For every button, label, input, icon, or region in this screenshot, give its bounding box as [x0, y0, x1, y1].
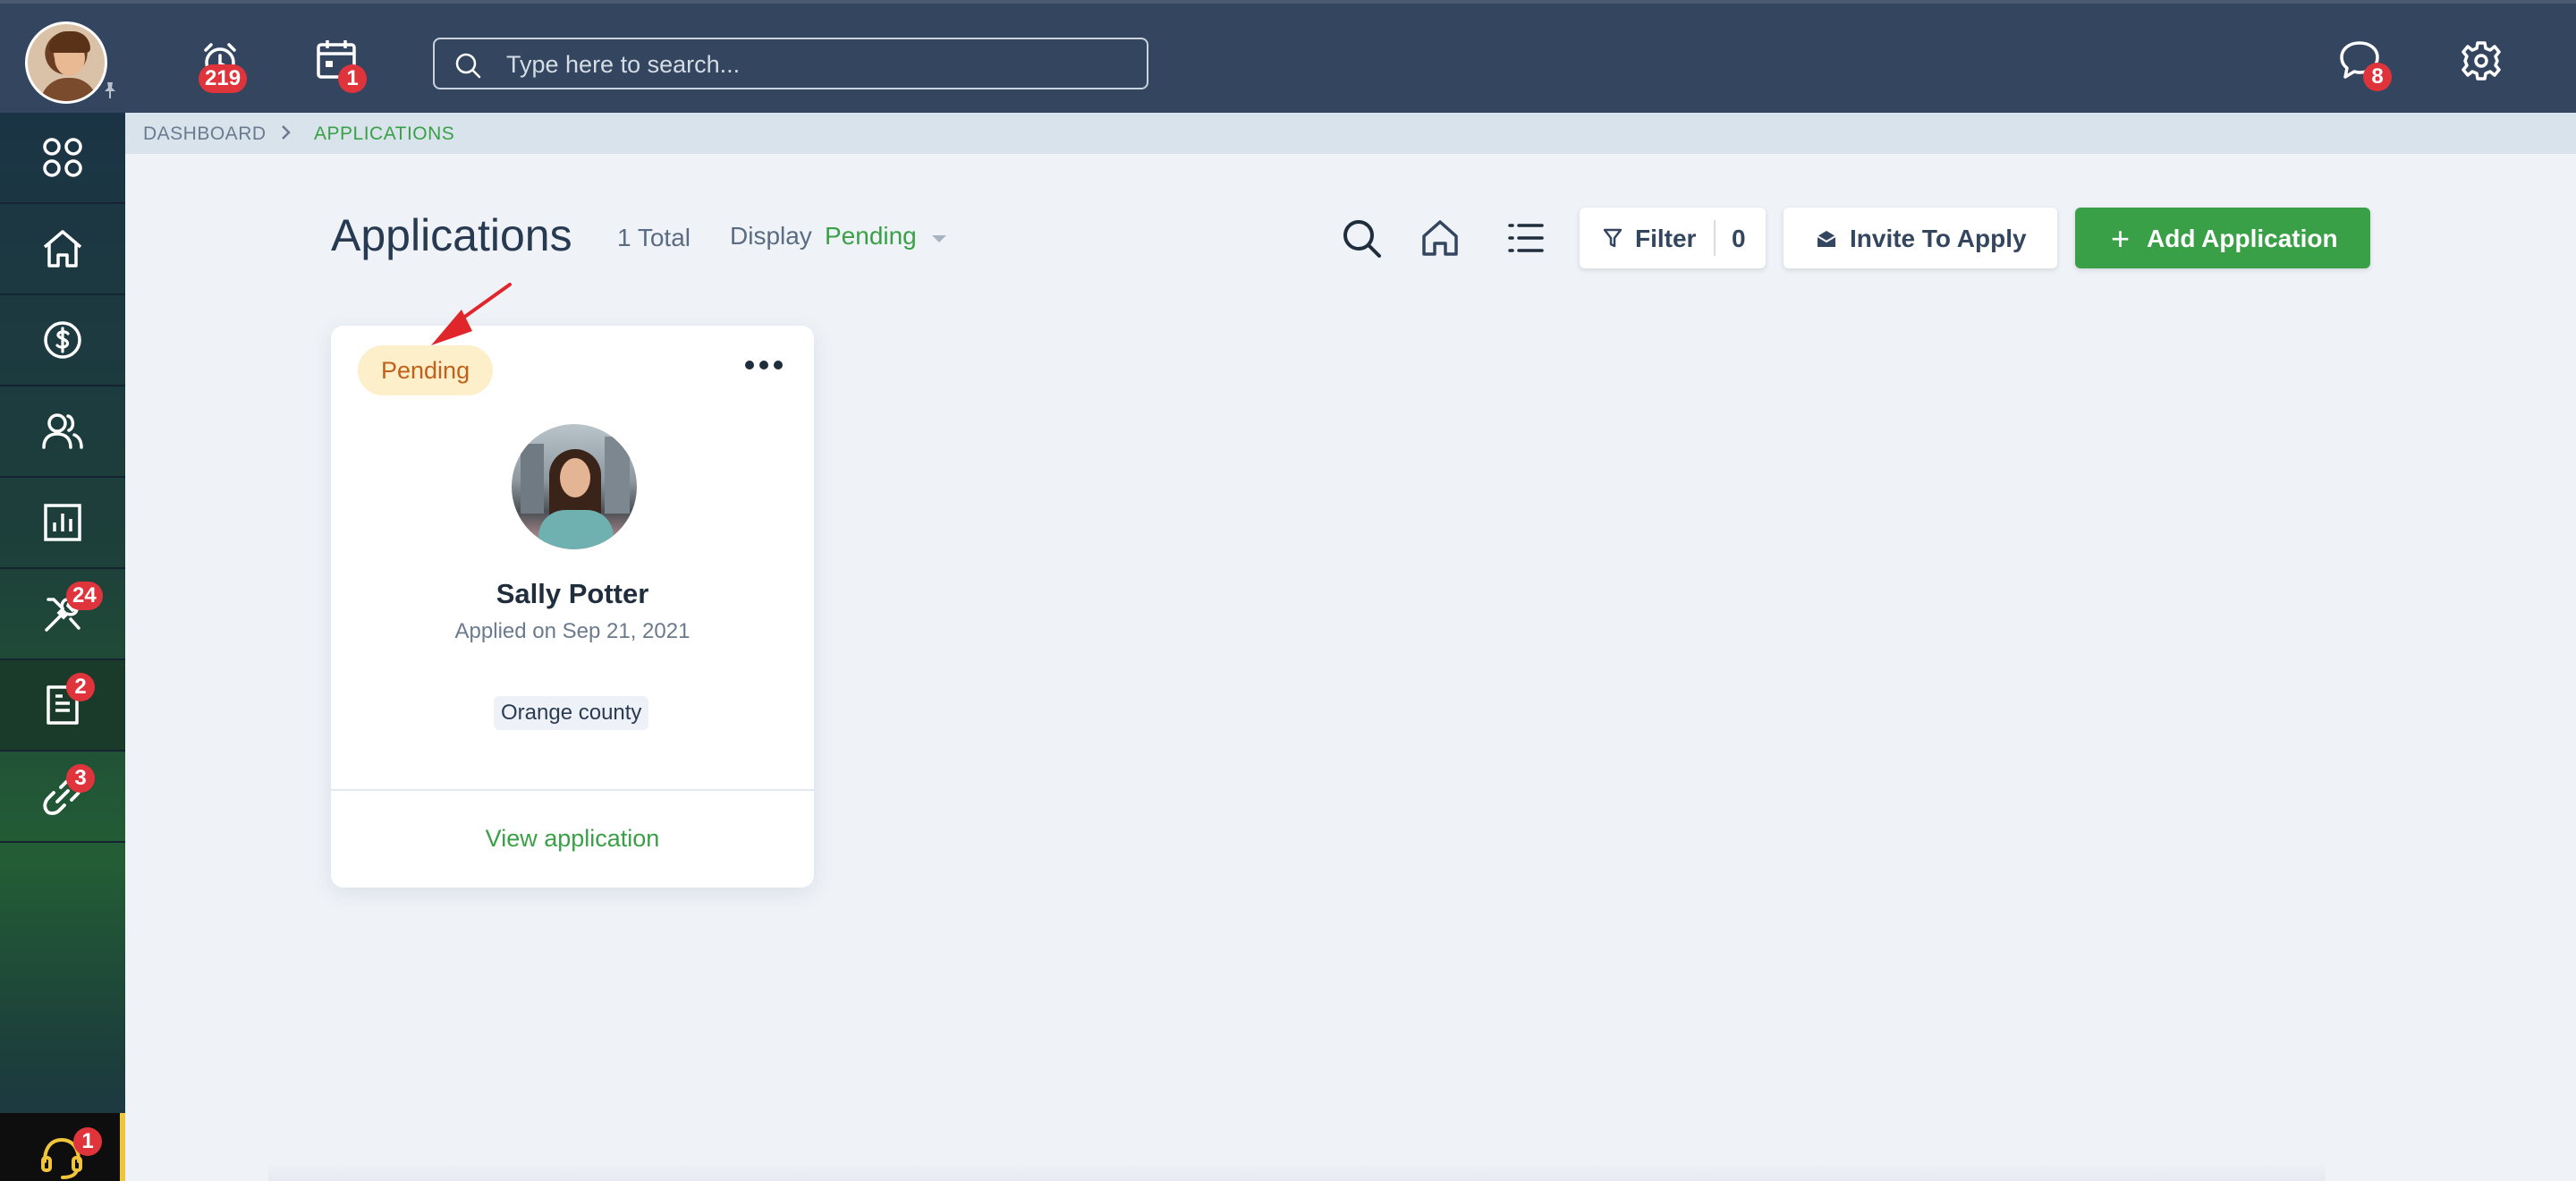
filter-divider: [1714, 220, 1716, 256]
footer-shadow: [268, 1163, 2326, 1181]
top-bar: 219 1 8: [0, 0, 2576, 113]
list-view-icon[interactable]: [1504, 217, 1547, 259]
calendar-button[interactable]: 1: [315, 38, 367, 93]
view-application-link[interactable]: View application: [331, 825, 814, 853]
tools-badge: 24: [66, 582, 103, 610]
sidebar-item-reports[interactable]: [0, 478, 125, 569]
property-home-icon[interactable]: [1419, 217, 1462, 259]
sidebar-item-home[interactable]: [0, 204, 125, 295]
sidebar-item-links[interactable]: 3: [0, 752, 125, 843]
chevron-right-icon: [282, 125, 291, 140]
alarm-button[interactable]: 219: [197, 38, 248, 93]
total-count: 1 Total: [617, 224, 691, 251]
sidebar-item-payments[interactable]: [0, 295, 125, 387]
search-box: [433, 38, 1148, 89]
sidebar-item-applications[interactable]: 2: [0, 660, 125, 752]
search-input[interactable]: [506, 47, 1123, 82]
links-badge: 3: [66, 764, 95, 793]
applicant-name: Sally Potter: [496, 578, 649, 609]
application-card: Pending Sally Potter Applied on Sep 21, …: [331, 326, 814, 888]
location-tag: Orange county: [494, 696, 649, 730]
user-avatar[interactable]: [25, 21, 107, 104]
pin-icon[interactable]: [100, 81, 120, 100]
annotation-arrow-icon: [431, 283, 512, 345]
sidebar: 24 2 3: [0, 113, 125, 1181]
breadcrumb-dashboard-link[interactable]: DASHBOARD: [143, 123, 267, 145]
sidebar-item-maintenance[interactable]: 24: [0, 569, 125, 660]
invite-to-apply-button[interactable]: Invite To Apply: [1784, 208, 2057, 268]
search-icon: [455, 53, 481, 79]
more-options-icon[interactable]: [744, 360, 784, 370]
invite-label: Invite To Apply: [1850, 225, 2027, 252]
filter-count: 0: [1732, 225, 1746, 252]
sidebar-item-apps[interactable]: [0, 113, 125, 204]
home-icon: [43, 230, 82, 268]
envelope-icon: [1817, 231, 1836, 247]
applications-badge: 2: [66, 673, 95, 701]
funnel-icon: [1603, 228, 1623, 248]
card-divider: [331, 789, 814, 791]
apps-grid-icon: [43, 138, 82, 177]
filter-button[interactable]: Filter 0: [1580, 208, 1766, 268]
page-title: Applications: [331, 210, 572, 260]
plus-icon: +: [2111, 220, 2131, 257]
display-filter-dropdown[interactable]: Pending: [825, 222, 917, 251]
applied-date: Applied on Sep 21, 2021: [454, 619, 691, 643]
chat-badge: 8: [2363, 63, 2392, 91]
add-application-button[interactable]: + Add Application: [2075, 208, 2370, 268]
search-toggle-icon[interactable]: [1340, 217, 1383, 259]
add-application-label: Add Application: [2147, 225, 2338, 252]
chat-button[interactable]: 8: [2338, 38, 2392, 91]
alarm-badge: 219: [199, 64, 248, 93]
support-badge: 1: [73, 1127, 102, 1156]
breadcrumb-current: APPLICATIONS: [314, 123, 455, 144]
reports-chart-icon: [44, 504, 81, 541]
users-icon: [42, 413, 83, 449]
filter-label: Filter: [1635, 225, 1697, 252]
breadcrumb: DASHBOARD APPLICATIONS: [125, 113, 2576, 154]
gear-icon: [2462, 41, 2501, 81]
status-badge: Pending: [358, 345, 494, 395]
settings-button[interactable]: [2458, 38, 2504, 84]
sidebar-item-users[interactable]: [0, 387, 125, 478]
display-label: Display: [730, 222, 812, 250]
calendar-badge: 1: [338, 64, 367, 93]
dollar-icon: [44, 321, 81, 359]
applicant-avatar: [512, 424, 637, 549]
support-button[interactable]: 1: [0, 1113, 125, 1181]
caret-down-icon[interactable]: [930, 233, 948, 245]
